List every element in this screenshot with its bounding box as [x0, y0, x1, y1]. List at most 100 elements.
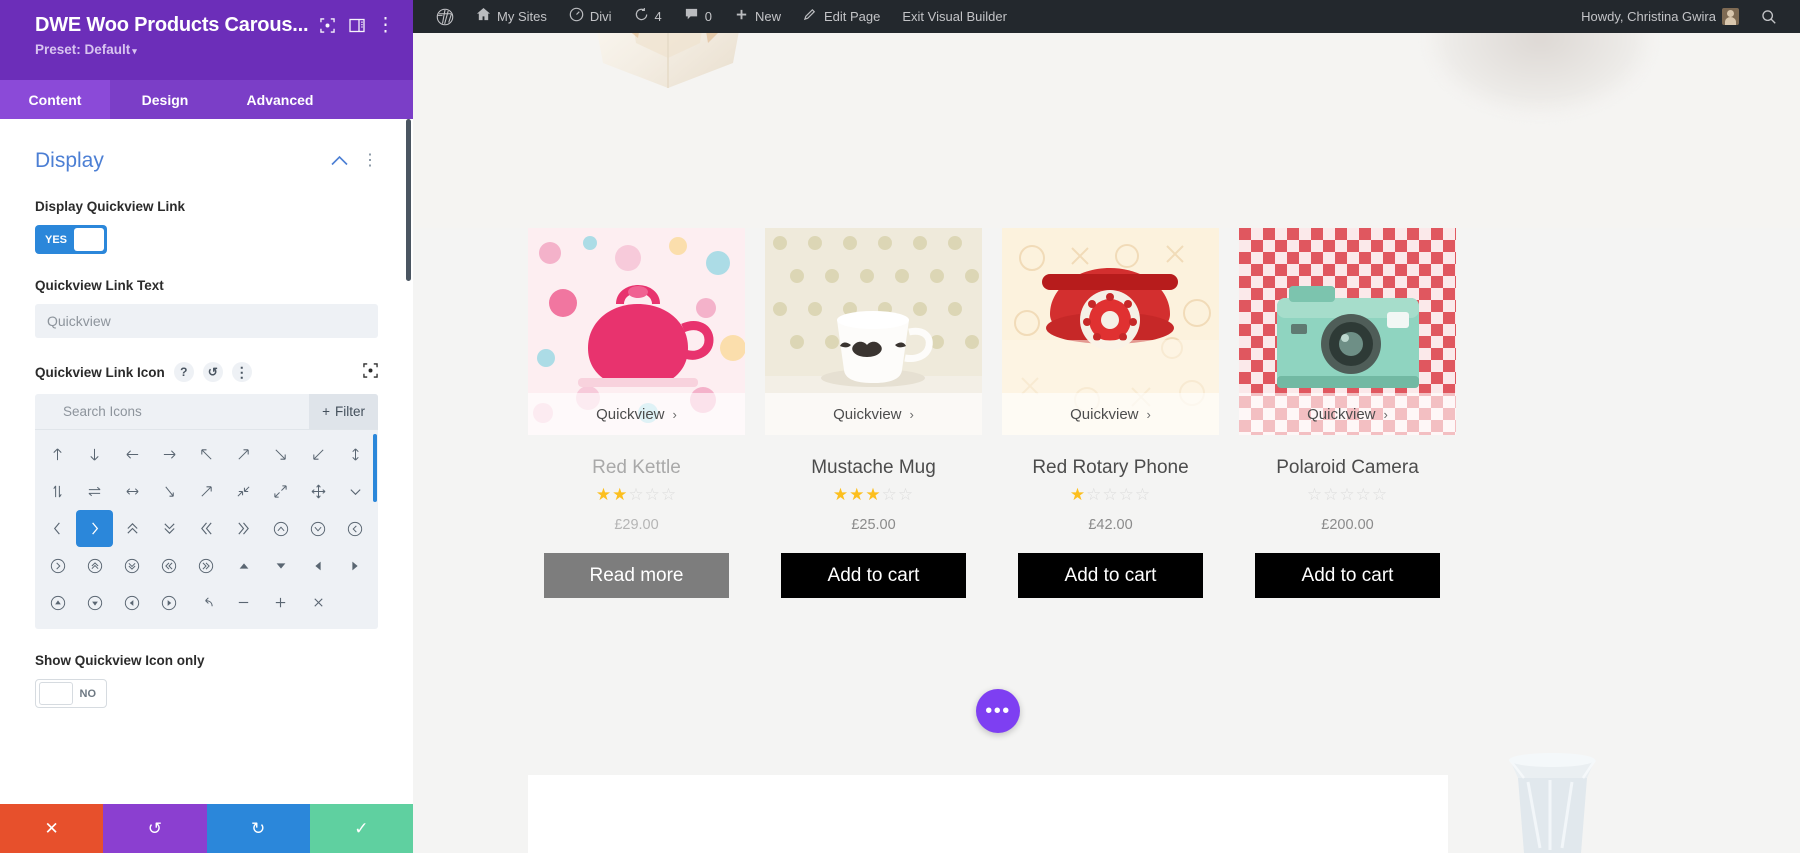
- icon-circle-triangle-right[interactable]: [151, 584, 188, 621]
- quickview-link[interactable]: Quickview ›: [1002, 393, 1219, 435]
- quickview-link[interactable]: Quickview ›: [765, 393, 982, 435]
- icon-circle-triangle-left[interactable]: [113, 584, 150, 621]
- reset-icon[interactable]: ↺: [202, 362, 223, 382]
- icon-circle-chevron-double-down[interactable]: [113, 547, 150, 584]
- icon-arrow-left[interactable]: [113, 436, 150, 473]
- field-show-quickview-icon-only: Show Quickview Icon only NO: [35, 653, 378, 708]
- section-options-icon[interactable]: ⋮: [362, 153, 378, 169]
- icon-arrow-down-right[interactable]: [262, 436, 299, 473]
- help-icon[interactable]: ?: [173, 362, 194, 382]
- product-title[interactable]: Mustache Mug: [765, 457, 982, 479]
- icon-arrow-up[interactable]: [39, 436, 76, 473]
- tab-advanced[interactable]: Advanced: [220, 80, 340, 119]
- panel-options-icon[interactable]: ⋮: [376, 15, 395, 37]
- icon-arrow-expand-up-right[interactable]: [188, 473, 225, 510]
- product-title[interactable]: Red Rotary Phone: [1002, 457, 1219, 479]
- icon-circle-chevron-left[interactable]: [337, 510, 374, 547]
- add-to-cart-button[interactable]: Add to cart: [1255, 553, 1440, 598]
- icon-circle-chevron-double-up[interactable]: [76, 547, 113, 584]
- wp-my-sites[interactable]: My Sites: [465, 0, 558, 33]
- search-icon[interactable]: [1750, 0, 1788, 33]
- icon-arrow-left-right[interactable]: [113, 473, 150, 510]
- icon-triangle-down[interactable]: [262, 547, 299, 584]
- icon-circle-chevron-down[interactable]: [300, 510, 337, 547]
- wp-new[interactable]: New: [723, 0, 792, 33]
- icon-move[interactable]: [300, 473, 337, 510]
- undo-button[interactable]: ↺: [103, 804, 207, 853]
- layout-toggle-icon[interactable]: [347, 15, 366, 37]
- show-quickview-icon-only-toggle[interactable]: NO: [35, 679, 107, 708]
- wp-howdy[interactable]: Howdy, Christina Gwira: [1570, 0, 1750, 33]
- panel-preset[interactable]: Preset: Default ▾: [35, 42, 395, 57]
- icon-arrow-up-right[interactable]: [225, 436, 262, 473]
- icon-arrows-expand[interactable]: [262, 473, 299, 510]
- icon-plus[interactable]: [262, 584, 299, 621]
- product-image[interactable]: Quickview ›: [1002, 228, 1219, 435]
- wp-updates[interactable]: 4: [623, 0, 673, 33]
- quickview-link-text-input[interactable]: [35, 304, 378, 338]
- field-label: Quickview Link Icon: [35, 364, 165, 380]
- icon-chevron-double-left[interactable]: [188, 510, 225, 547]
- add-to-cart-button[interactable]: Add to cart: [1018, 553, 1203, 598]
- icon-grid-scrollbar[interactable]: [373, 434, 377, 502]
- icon-chevron-double-up[interactable]: [113, 510, 150, 547]
- add-to-cart-button[interactable]: Add to cart: [781, 553, 966, 598]
- icon-close[interactable]: [300, 584, 337, 621]
- icon-triangle-up[interactable]: [225, 547, 262, 584]
- product-title[interactable]: Red Kettle: [528, 457, 745, 479]
- product-image[interactable]: Quickview ›: [765, 228, 982, 435]
- icon-triangle-left[interactable]: [300, 547, 337, 584]
- icon-arrow-down-left[interactable]: [300, 436, 337, 473]
- icon-arrow-up-left[interactable]: [188, 436, 225, 473]
- product-image[interactable]: Quickview ›: [1239, 228, 1456, 435]
- tab-design[interactable]: Design: [110, 80, 220, 119]
- icon-arrow-up-down[interactable]: [337, 436, 374, 473]
- wp-edit-page[interactable]: Edit Page: [792, 0, 891, 33]
- chevron-up-icon[interactable]: [331, 153, 348, 170]
- cancel-button[interactable]: ✕: [0, 804, 104, 853]
- redo-button[interactable]: ↻: [206, 804, 310, 853]
- display-quickview-link-toggle[interactable]: YES: [35, 225, 107, 254]
- icon-arrow-return[interactable]: [188, 584, 225, 621]
- icon-circle-chevron-double-left[interactable]: [151, 547, 188, 584]
- icon-expand-icon[interactable]: [363, 363, 378, 381]
- panel-scrollbar[interactable]: [406, 119, 411, 281]
- field-label: Display Quickview Link: [35, 199, 186, 214]
- icon-chevron-left[interactable]: [39, 510, 76, 547]
- icon-circle-chevron-up[interactable]: [262, 510, 299, 547]
- filter-button[interactable]: + Filter: [309, 394, 378, 429]
- field-options-icon[interactable]: ⋮: [231, 362, 252, 382]
- search-icons-input[interactable]: [35, 404, 310, 419]
- icon-circle-triangle-down[interactable]: [76, 584, 113, 621]
- icon-minus[interactable]: [225, 584, 262, 621]
- icon-chevron-double-right[interactable]: [225, 510, 262, 547]
- read-more-button[interactable]: Read more: [544, 553, 729, 598]
- wp-divi[interactable]: Divi: [558, 0, 623, 33]
- icon-triangle-right[interactable]: [337, 547, 374, 584]
- icon-chevron-right-selected[interactable]: [76, 510, 114, 547]
- icon-arrows-collapse[interactable]: [225, 473, 262, 510]
- product-title[interactable]: Polaroid Camera: [1239, 457, 1456, 479]
- panel-title-row: DWE Woo Products Carous... ⋮: [35, 14, 395, 37]
- icon-chevron-down[interactable]: [337, 473, 374, 510]
- icon-arrows-exchange[interactable]: [76, 473, 113, 510]
- icon-arrow-right[interactable]: [151, 436, 188, 473]
- wordpress-logo-icon[interactable]: [425, 0, 465, 33]
- icon-circle-triangle-up[interactable]: [39, 584, 76, 621]
- icon-arrow-up-down-split[interactable]: [39, 473, 76, 510]
- icon-arrow-expand-down-right[interactable]: [151, 473, 188, 510]
- floating-settings-button[interactable]: •••: [976, 689, 1020, 733]
- icon-circle-chevron-right[interactable]: [39, 547, 76, 584]
- icon-chevron-double-down[interactable]: [151, 510, 188, 547]
- tab-content[interactable]: Content: [0, 80, 110, 119]
- display-section-header[interactable]: Display ⋮: [35, 149, 378, 173]
- quickview-link[interactable]: Quickview ›: [528, 393, 745, 435]
- save-button[interactable]: ✓: [309, 804, 413, 853]
- wp-comments[interactable]: 0: [673, 0, 723, 33]
- product-image[interactable]: Quickview ›: [528, 228, 745, 435]
- quickview-link[interactable]: Quickview ›: [1239, 393, 1456, 435]
- icon-arrow-down[interactable]: [76, 436, 113, 473]
- expand-icon[interactable]: [318, 15, 337, 37]
- icon-circle-chevron-double-right[interactable]: [188, 547, 225, 584]
- wp-exit-visual-builder[interactable]: Exit Visual Builder: [891, 0, 1018, 33]
